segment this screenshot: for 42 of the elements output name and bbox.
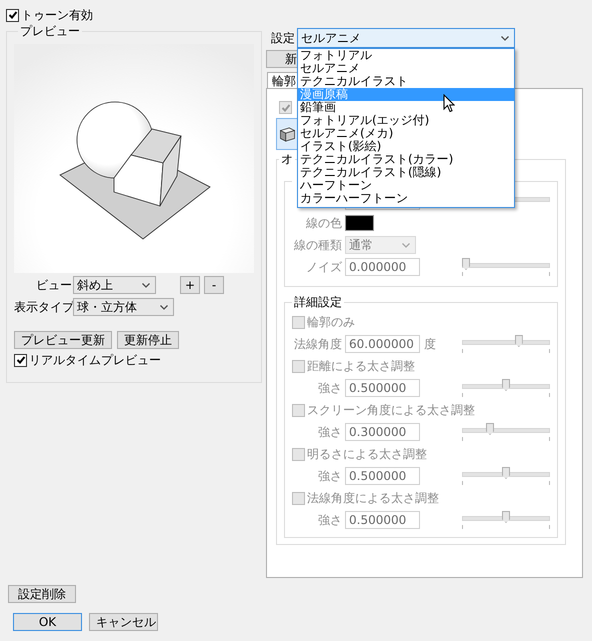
display-type-dropdown[interactable]: 球・立方体 — [73, 298, 174, 316]
dropdown-option[interactable]: テクニカルイラスト — [298, 75, 514, 88]
zoom-out-button[interactable]: - — [204, 276, 224, 294]
dropdown-option[interactable]: セルアニメ — [298, 62, 514, 75]
field-label: 強さ — [317, 380, 343, 396]
dropdown-option[interactable]: テクニカルイラスト(カラー) — [298, 153, 514, 166]
dropdown-option[interactable]: セルアニメ(メカ) — [298, 127, 514, 140]
dropdown-option[interactable]: 鉛筆画 — [298, 101, 514, 114]
dropdown-option[interactable]: フォトリアル — [298, 49, 514, 62]
preset-label: 設定 — [271, 30, 295, 46]
field-label: 法線角度 — [293, 336, 343, 352]
preview-button[interactable]: 更新停止 — [117, 331, 179, 349]
checkbox-label: トゥーン有効 — [21, 8, 93, 22]
view-dropdown[interactable]: 斜め上 — [73, 276, 156, 294]
unit-label: 度 — [423, 336, 437, 352]
group-title: プレビュー — [19, 24, 81, 38]
dropdown-option[interactable]: ハーフトーン — [298, 179, 514, 192]
dropdown-option[interactable]: テクニカルイラスト(隠線) — [298, 166, 514, 179]
field-label: ノイズ — [305, 258, 343, 276]
field-label: ビュー — [35, 276, 73, 294]
checkbox-label: 輪郭のみ — [307, 315, 355, 329]
preset-dropdown[interactable]: セルアニメ — [297, 28, 515, 48]
checkbox-label: 法線角度による太さ調整 — [307, 491, 439, 505]
checkbox-label: スクリーン角度による太さ調整 — [307, 403, 475, 417]
field-label: 線の色 — [305, 214, 343, 232]
group-title: オ — [280, 152, 294, 166]
checkbox-label: 距離による太さ調整 — [307, 359, 415, 373]
dropdown-option[interactable]: カラーハーフトーン — [298, 192, 514, 205]
dropdown-option[interactable]: フォトリアル(エッジ付) — [298, 114, 514, 127]
zoom-in-button[interactable]: + — [180, 276, 200, 294]
field-label: 強さ — [317, 424, 343, 440]
checkbox-label: リアルタイムプレビュー — [29, 353, 161, 367]
dropdown-option[interactable]: イラスト(影絵) — [298, 140, 514, 153]
ok-button[interactable]: OK — [13, 613, 82, 631]
field-label: 強さ — [317, 468, 343, 484]
field-label: 強さ — [317, 512, 343, 528]
delete-settings-button[interactable]: 設定削除 — [8, 585, 76, 603]
field-label: 線の種類 — [293, 236, 343, 254]
group-title: 詳細設定 — [293, 295, 343, 309]
checkbox-label: 明るさによる太さ調整 — [307, 447, 427, 461]
preview-button[interactable]: プレビュー更新 — [14, 331, 112, 349]
cancel-button[interactable]: キャンセル — [89, 613, 158, 631]
